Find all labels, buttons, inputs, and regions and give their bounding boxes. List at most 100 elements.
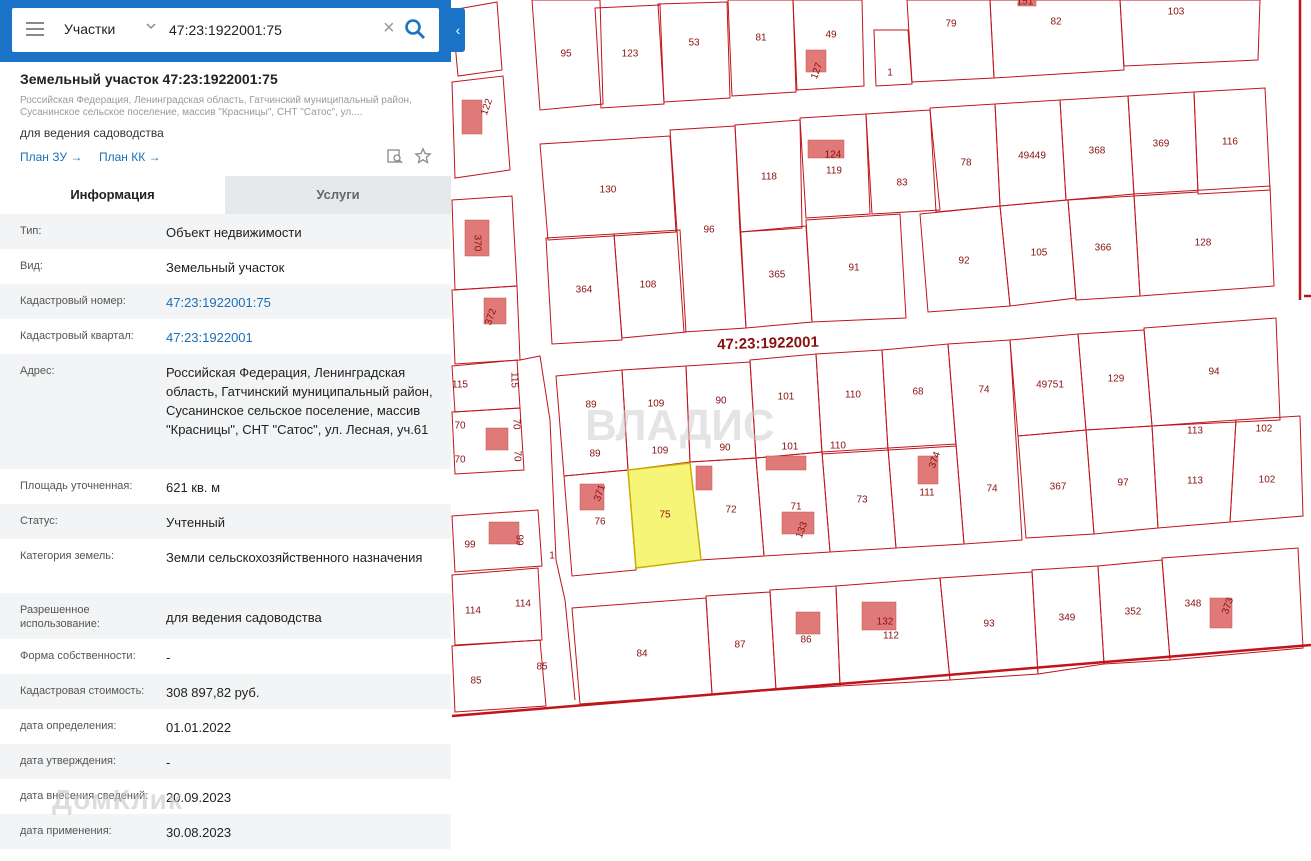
tab-information[interactable]: Информация bbox=[0, 176, 225, 214]
parcel-boundary bbox=[865, 109, 941, 215]
building bbox=[695, 465, 713, 491]
parcel-label: 112 bbox=[883, 631, 899, 642]
parcel-label: 78 bbox=[960, 158, 972, 169]
parcel-label: 113 bbox=[1187, 476, 1203, 487]
detail-value: для ведения садоводства bbox=[166, 610, 322, 625]
parcel-label: 76 bbox=[594, 517, 606, 528]
parcel-label: 70 bbox=[510, 418, 521, 430]
parcel-address-short: Российская Федерация, Ленинградская обла… bbox=[20, 95, 412, 118]
plan-zu-link[interactable]: План ЗУ → bbox=[20, 150, 82, 164]
detail-row: дата утверждения: - bbox=[0, 744, 451, 779]
panel-watermark: ДомКлик bbox=[52, 784, 183, 815]
parcel-label: 348 bbox=[1185, 599, 1202, 610]
star-icon[interactable] bbox=[414, 147, 432, 165]
parcel-label: 74 bbox=[978, 385, 990, 396]
parcel-label: 365 bbox=[769, 270, 786, 281]
parcel-label: 1 bbox=[887, 68, 893, 79]
parcel-label: 93 bbox=[983, 619, 995, 630]
detail-key: Адрес: bbox=[20, 365, 55, 377]
parcel-label: 68 bbox=[912, 387, 924, 398]
parcel-label: 71 bbox=[790, 502, 802, 513]
parcel-label: 89 bbox=[589, 449, 601, 460]
detail-key: Форма собственности: bbox=[20, 650, 136, 662]
parcel-label: 115 bbox=[508, 372, 519, 388]
detail-row: дата применения: 30.08.2023 bbox=[0, 814, 451, 849]
parcel-boundary bbox=[873, 29, 913, 87]
parcel-label: 114 bbox=[465, 606, 481, 617]
detail-key: Категория земель: bbox=[20, 550, 115, 562]
detail-row: дата определения: 01.01.2022 bbox=[0, 709, 451, 744]
detail-row: Кадастровый номер: 47:23:1922001:75 bbox=[0, 284, 451, 319]
detail-key: дата применения: bbox=[20, 825, 112, 837]
parcel-label: 364 bbox=[576, 285, 593, 296]
top-bar: Участки × bbox=[0, 0, 451, 62]
parcel-title: Земельный участок 47:23:1922001:75 bbox=[20, 71, 278, 87]
parcel-label: 91 bbox=[848, 263, 860, 274]
parcel-boundary bbox=[657, 1, 731, 103]
plan-kk-link[interactable]: План КК → bbox=[99, 150, 161, 164]
detail-row: Кадастровый квартал: 47:23:1922001 bbox=[0, 319, 451, 354]
parcel-label: 124 bbox=[825, 150, 842, 161]
detail-key: Разрешенное использование: bbox=[20, 604, 100, 630]
parcel-label: 75 bbox=[659, 510, 671, 521]
detail-key: Кадастровый номер: bbox=[20, 295, 126, 307]
parcel-label: 81 bbox=[755, 33, 767, 44]
parcel-label: 49449 bbox=[1018, 151, 1046, 162]
parcel-label: 82 bbox=[1050, 17, 1062, 28]
building bbox=[765, 455, 807, 471]
detail-row: Разрешенное использование: для ведения са… bbox=[0, 593, 451, 639]
cadastral-quarter-link[interactable]: 47:23:1922001 bbox=[166, 328, 441, 347]
detail-row: Кадастровая стоимость: 308 897,82 руб. bbox=[0, 674, 451, 709]
search-icon[interactable] bbox=[404, 18, 426, 40]
search-input[interactable] bbox=[169, 16, 374, 44]
search-box: Участки × bbox=[12, 8, 439, 52]
parcel-label: 79 bbox=[945, 19, 957, 30]
tabs: Информация Услуги bbox=[0, 176, 451, 214]
search-type-select[interactable]: Участки bbox=[64, 21, 115, 37]
parcel-label: 87 bbox=[734, 640, 746, 651]
detail-value: 621 кв. м bbox=[166, 480, 221, 495]
detail-value: Российская Федерация, Ленинградская обла… bbox=[166, 365, 433, 437]
detail-value: Земельный участок bbox=[166, 260, 285, 275]
detail-row: Статус: Учтенный bbox=[0, 504, 451, 539]
detail-row: Адрес: Российская Федерация, Ленинградска… bbox=[0, 354, 451, 469]
parcel-label: 101 bbox=[782, 442, 799, 453]
parcel-label: 130 bbox=[600, 185, 617, 196]
parcel-boundary bbox=[727, 0, 797, 97]
parcel-label: 123 bbox=[622, 49, 639, 60]
parcel-label: 132 bbox=[877, 617, 894, 628]
detail-value: 30.08.2023 bbox=[166, 825, 232, 840]
parcel-label: 111 bbox=[919, 488, 935, 499]
parcel-label: 70 bbox=[511, 450, 522, 462]
detail-value: Учтенный bbox=[166, 515, 226, 530]
parcel-label: 128 bbox=[1195, 238, 1212, 249]
parcel-label: 119 bbox=[826, 166, 842, 177]
tab-services[interactable]: Услуги bbox=[225, 176, 451, 214]
parcel-label: 374 bbox=[927, 450, 943, 470]
chevron-down-icon[interactable] bbox=[145, 20, 156, 30]
parcel-label: 110 bbox=[830, 441, 846, 452]
detail-row: Форма собственности: - bbox=[0, 639, 451, 674]
parcel-label: 86 bbox=[800, 635, 812, 646]
parcel-label: 349 bbox=[1059, 613, 1076, 624]
close-icon[interactable]: × bbox=[383, 18, 395, 38]
detail-value: 01.01.2022 bbox=[166, 720, 232, 735]
detail-key: Кадастровая стоимость: bbox=[20, 685, 145, 697]
parcel-label: 352 bbox=[1125, 607, 1142, 618]
building bbox=[461, 99, 483, 135]
parcel-label: 114 bbox=[515, 599, 531, 610]
parcel-label: 105 bbox=[1031, 248, 1048, 259]
chevron-left-icon[interactable]: ‹ bbox=[451, 8, 465, 52]
parcel-boundary bbox=[792, 0, 865, 91]
parcel-label: 151 bbox=[1017, 0, 1034, 8]
detail-key: Площадь уточненная: bbox=[20, 480, 133, 492]
parcel-boundary bbox=[906, 0, 995, 83]
detail-value: Объект недвижимости bbox=[166, 225, 302, 240]
report-search-icon[interactable] bbox=[386, 147, 404, 165]
cadastral-number-link[interactable]: 47:23:1922001:75 bbox=[166, 293, 441, 312]
menu-icon[interactable] bbox=[26, 22, 44, 38]
parcel-usage: для ведения садоводства bbox=[20, 126, 164, 140]
parcel-label: 115 bbox=[452, 380, 468, 391]
detail-value: - bbox=[166, 755, 171, 770]
road-edge bbox=[519, 355, 576, 701]
